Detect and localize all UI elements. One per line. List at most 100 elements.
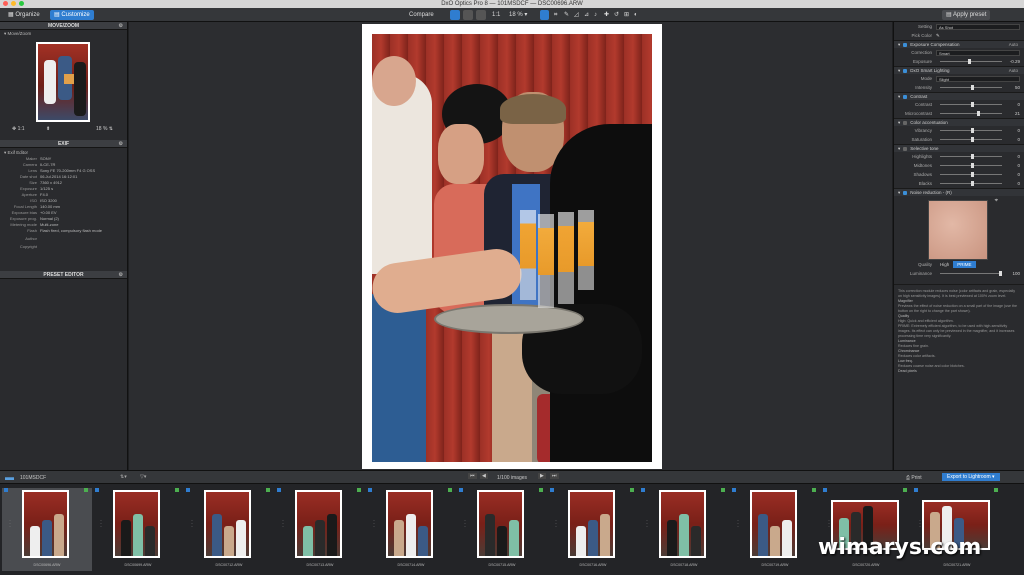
- exif-header[interactable]: EXIF ⚙: [0, 140, 127, 148]
- correction-select[interactable]: Smart: [936, 49, 1020, 56]
- zoom-1-1-button[interactable]: 1:1: [488, 10, 504, 20]
- saturation-slider[interactable]: [940, 137, 1002, 142]
- microcontrast-slider[interactable]: [940, 111, 1002, 116]
- contrast-checkbox[interactable]: [903, 94, 908, 99]
- exposure-enable-checkbox[interactable]: [903, 42, 908, 47]
- thumbnail-handle-icon[interactable]: · · ·: [9, 518, 11, 530]
- minimize-window-button[interactable]: [11, 1, 16, 6]
- repair-tool-icon[interactable]: ✚: [602, 10, 611, 20]
- filmstrip-thumbnail[interactable]: · · · DSC00714.ARW: [366, 488, 456, 571]
- color-accentuation-header[interactable]: ▾ Color accentuation: [894, 118, 1024, 126]
- compare-button[interactable]: Compare: [405, 10, 438, 20]
- shadows-slider[interactable]: [940, 172, 1002, 177]
- zoom-window-button[interactable]: [19, 1, 24, 6]
- next-image-button[interactable]: ▶: [538, 473, 546, 479]
- zoom-percent[interactable]: 18 % ⇅: [96, 126, 113, 132]
- thumbnail-handle-icon[interactable]: · · ·: [646, 518, 648, 530]
- mode-select[interactable]: Slight: [936, 75, 1020, 82]
- zoom-level-select[interactable]: 18 % ▾: [505, 10, 531, 20]
- noise-reduction-header[interactable]: ▾ Noise reduction - (R): [894, 188, 1024, 196]
- thumbnail-image[interactable]: [204, 490, 251, 558]
- selective-tone-header[interactable]: ▾ Selective tone: [894, 144, 1024, 152]
- gear-icon[interactable]: ⚙: [119, 271, 123, 279]
- prev-image-button[interactable]: ◀: [480, 473, 488, 479]
- single-view-button[interactable]: [450, 10, 460, 20]
- move-zoom-subheader[interactable]: ▾ Move/Zoom: [0, 30, 127, 37]
- info-tool-icon[interactable]: ◐: [632, 10, 640, 20]
- thumbnail-image[interactable]: [386, 490, 433, 558]
- filmstrip-thumbnail[interactable]: · · · DSC00713.ARW: [275, 488, 365, 571]
- thumbnail-handle-icon[interactable]: · · ·: [737, 518, 739, 530]
- perspective-tool-icon[interactable]: ⊿: [582, 10, 591, 20]
- thumbnail-handle-icon[interactable]: · · ·: [100, 518, 102, 530]
- eyedropper-icon[interactable]: ✎: [936, 31, 940, 40]
- crop-tool-icon[interactable]: ⌗: [552, 10, 559, 20]
- main-photo[interactable]: [372, 34, 652, 462]
- split-view-button[interactable]: [463, 10, 473, 20]
- thumbnail-image[interactable]: [22, 490, 69, 558]
- midtones-slider[interactable]: [940, 163, 1002, 168]
- quality-high-button[interactable]: High: [936, 260, 953, 269]
- filmstrip-thumbnail[interactable]: · · · DSC00696.ARW: [2, 488, 92, 571]
- thumbnail-image[interactable]: [113, 490, 160, 558]
- filmstrip-thumbnail[interactable]: · · · DSC00712.ARW: [184, 488, 274, 571]
- thumbnail-image[interactable]: [659, 490, 706, 558]
- contrast-slider[interactable]: [940, 102, 1002, 107]
- contrast-header[interactable]: ▾ Contrast: [894, 92, 1024, 100]
- close-window-button[interactable]: [3, 1, 8, 6]
- navigator-thumbnail[interactable]: [36, 42, 90, 122]
- exposure-slider[interactable]: [940, 59, 1002, 64]
- intensity-slider[interactable]: [940, 85, 1002, 90]
- blacks-slider[interactable]: [940, 181, 1002, 186]
- thumbnail-image[interactable]: [477, 490, 524, 558]
- filmstrip-thumbnail[interactable]: · · · DSC00719.ARW: [730, 488, 820, 571]
- magnifier-target-icon[interactable]: ⌖: [995, 198, 998, 205]
- thumbnail-image[interactable]: [568, 490, 615, 558]
- move-zoom-header[interactable]: MOVE/ZOOM ⚙: [0, 22, 127, 30]
- horizon-tool-icon[interactable]: ◿: [572, 10, 581, 20]
- luminance-slider[interactable]: [940, 271, 1002, 276]
- highlights-slider[interactable]: [940, 154, 1002, 159]
- apply-preset-button[interactable]: ▤ Apply preset: [942, 10, 991, 20]
- image-viewer[interactable]: [129, 22, 892, 470]
- last-image-button[interactable]: ⏭: [550, 473, 559, 479]
- filmstrip-thumbnail[interactable]: · · · DSC00715.ARW: [457, 488, 547, 571]
- quality-prime-button[interactable]: PRIME: [953, 261, 976, 268]
- noise-checkbox[interactable]: [903, 190, 908, 195]
- tab-organize[interactable]: ▦ Organize: [4, 10, 44, 20]
- sort-icon[interactable]: ⇅▾: [120, 474, 127, 480]
- thumbnail-handle-icon[interactable]: · · ·: [828, 518, 830, 530]
- gear-icon[interactable]: ⚙: [119, 22, 123, 30]
- preset-editor-header[interactable]: PRESET EDITOR ⚙: [0, 271, 127, 279]
- thumbnail-handle-icon[interactable]: · · ·: [555, 518, 557, 530]
- noise-magnifier[interactable]: [928, 200, 988, 260]
- folder-name[interactable]: 101MSDCF: [20, 475, 46, 481]
- history-tool-icon[interactable]: ↺: [612, 10, 621, 20]
- eyedropper-tool-icon[interactable]: ✎: [562, 10, 571, 20]
- filmstrip-thumbnail[interactable]: · · · DSC00699.ARW: [93, 488, 183, 571]
- filmstrip-thumbnail[interactable]: · · · DSC00718.ARW: [639, 488, 729, 571]
- fit-zoom-label[interactable]: ✥ 1:1: [12, 126, 25, 132]
- print-button[interactable]: ⎙ Print: [906, 475, 922, 481]
- zoom-slider-icon[interactable]: ⬍: [46, 126, 50, 132]
- thumbnail-handle-icon[interactable]: · · ·: [191, 518, 193, 530]
- vibrancy-slider[interactable]: [940, 128, 1002, 133]
- thumbnail-image[interactable]: [295, 490, 342, 558]
- thumbnail-handle-icon[interactable]: · · ·: [373, 518, 375, 530]
- exif-editor-subheader[interactable]: ▾ Exif Editor: [0, 149, 127, 156]
- smart-lighting-checkbox[interactable]: [903, 68, 908, 73]
- exposure-section-header[interactable]: ▾ Exposure Compensation Auto: [894, 40, 1024, 48]
- preview-toggle-button[interactable]: [540, 10, 549, 20]
- filter-icon[interactable]: ▽▾: [140, 474, 146, 480]
- thumbnail-handle-icon[interactable]: · · ·: [919, 518, 921, 530]
- tone-checkbox[interactable]: [903, 146, 908, 151]
- grid-overlay-icon[interactable]: ⊞: [622, 10, 631, 20]
- thumbnail-handle-icon[interactable]: · · ·: [464, 518, 466, 530]
- filmstrip-thumbnail[interactable]: · · · DSC00716.ARW: [548, 488, 638, 571]
- smart-lighting-header[interactable]: ▾ DxO Smart Lighting Auto: [894, 66, 1024, 74]
- thumbnail-image[interactable]: [750, 490, 797, 558]
- folder-icon[interactable]: ▬: [5, 472, 14, 482]
- white-balance-select[interactable]: As Shot: [936, 23, 1020, 30]
- brush-tool-icon[interactable]: ♪: [592, 10, 599, 20]
- tab-customize[interactable]: ▤ Customize: [50, 10, 94, 20]
